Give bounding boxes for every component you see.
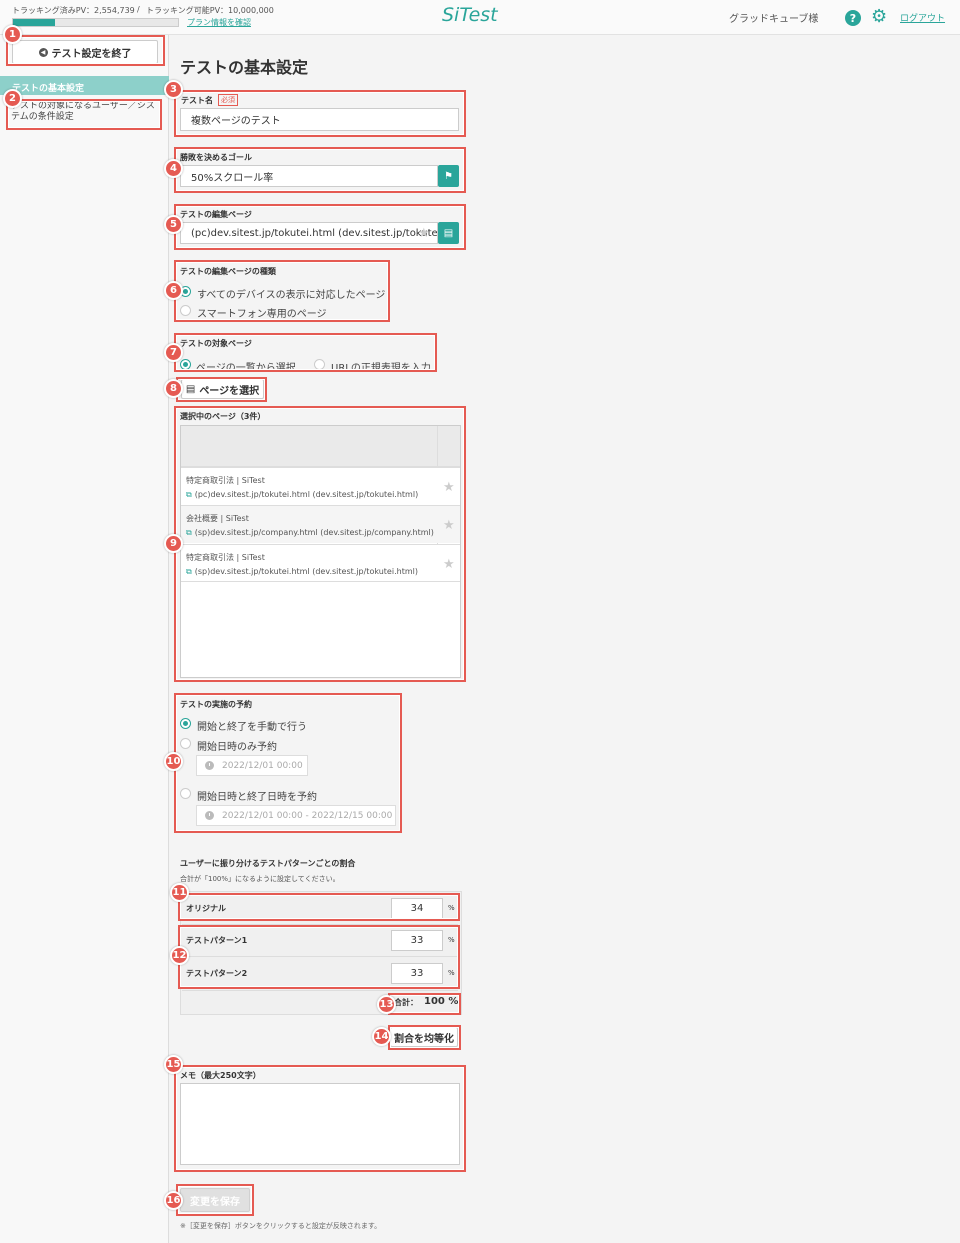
highlight-box: [174, 260, 390, 322]
step-badge: 14: [372, 1027, 391, 1046]
step-badge: 2: [3, 89, 22, 108]
help-icon[interactable]: ?: [845, 10, 861, 26]
sidebar-item-basic-settings[interactable]: テストの基本設定: [0, 76, 169, 95]
highlight-box: [178, 893, 460, 921]
tracked-pv: トラッキング済みPV：2,554,739: [12, 6, 135, 15]
highlight-box: [174, 204, 466, 250]
sidebar-item-label: テストの基本設定: [12, 84, 85, 94]
step-badge: 10: [164, 752, 183, 771]
step-badge: 5: [164, 215, 183, 234]
highlight-box: [6, 35, 165, 66]
usage-progress-bar: [12, 18, 179, 27]
step-badge: 12: [170, 946, 189, 965]
step-badge: 8: [164, 379, 183, 398]
logout-link[interactable]: ログアウト: [900, 11, 945, 24]
step-badge: 16: [164, 1191, 183, 1210]
step-badge: 13: [377, 995, 396, 1014]
ratio-note: 合計が「100%」になるように設定してください。: [180, 875, 340, 883]
step-badge: 4: [164, 159, 183, 178]
step-badge: 3: [164, 80, 183, 99]
sidebar: [0, 35, 169, 1243]
highlight-box: [174, 1065, 466, 1172]
divider: [182, 990, 458, 991]
step-badge: 6: [164, 281, 183, 300]
trackable-pv: トラッキング可能PV：10,000,000: [146, 6, 274, 15]
highlight-box: [178, 925, 460, 989]
highlight-box: [388, 993, 461, 1015]
step-badge: 15: [164, 1055, 183, 1074]
step-badge: 9: [164, 534, 183, 553]
page-title: テストの基本設定: [180, 58, 309, 77]
highlight-box: [174, 333, 437, 372]
pv-separator: /: [137, 5, 140, 14]
usage-progress-fill: [13, 19, 56, 26]
gear-icon[interactable]: ⚙: [871, 7, 887, 27]
highlight-box: [174, 90, 466, 137]
step-badge: 7: [164, 343, 183, 362]
step-badge: 11: [170, 883, 189, 902]
highlight-box: [174, 693, 402, 833]
highlight-box: [388, 1025, 461, 1050]
highlight-box: [6, 99, 162, 130]
plan-info-link[interactable]: プラン情報を確認: [187, 17, 251, 28]
save-note: ※［変更を保存］ボタンをクリックすると設定が反映されます。: [180, 1222, 382, 1230]
sitest-logo[interactable]: SiTest: [442, 4, 498, 26]
user-name: グラッドキューブ様: [729, 14, 819, 25]
step-badge: 1: [3, 25, 22, 44]
highlight-box: [176, 1184, 254, 1216]
highlight-box: [174, 147, 466, 193]
top-header: トラッキング済みPV：2,554,739 / トラッキング可能PV：10,000…: [0, 0, 960, 35]
highlight-box: [174, 406, 466, 682]
ratio-title: ユーザーに振り分けるテストパターンごとの割合: [180, 859, 356, 868]
highlight-box: [176, 377, 267, 402]
